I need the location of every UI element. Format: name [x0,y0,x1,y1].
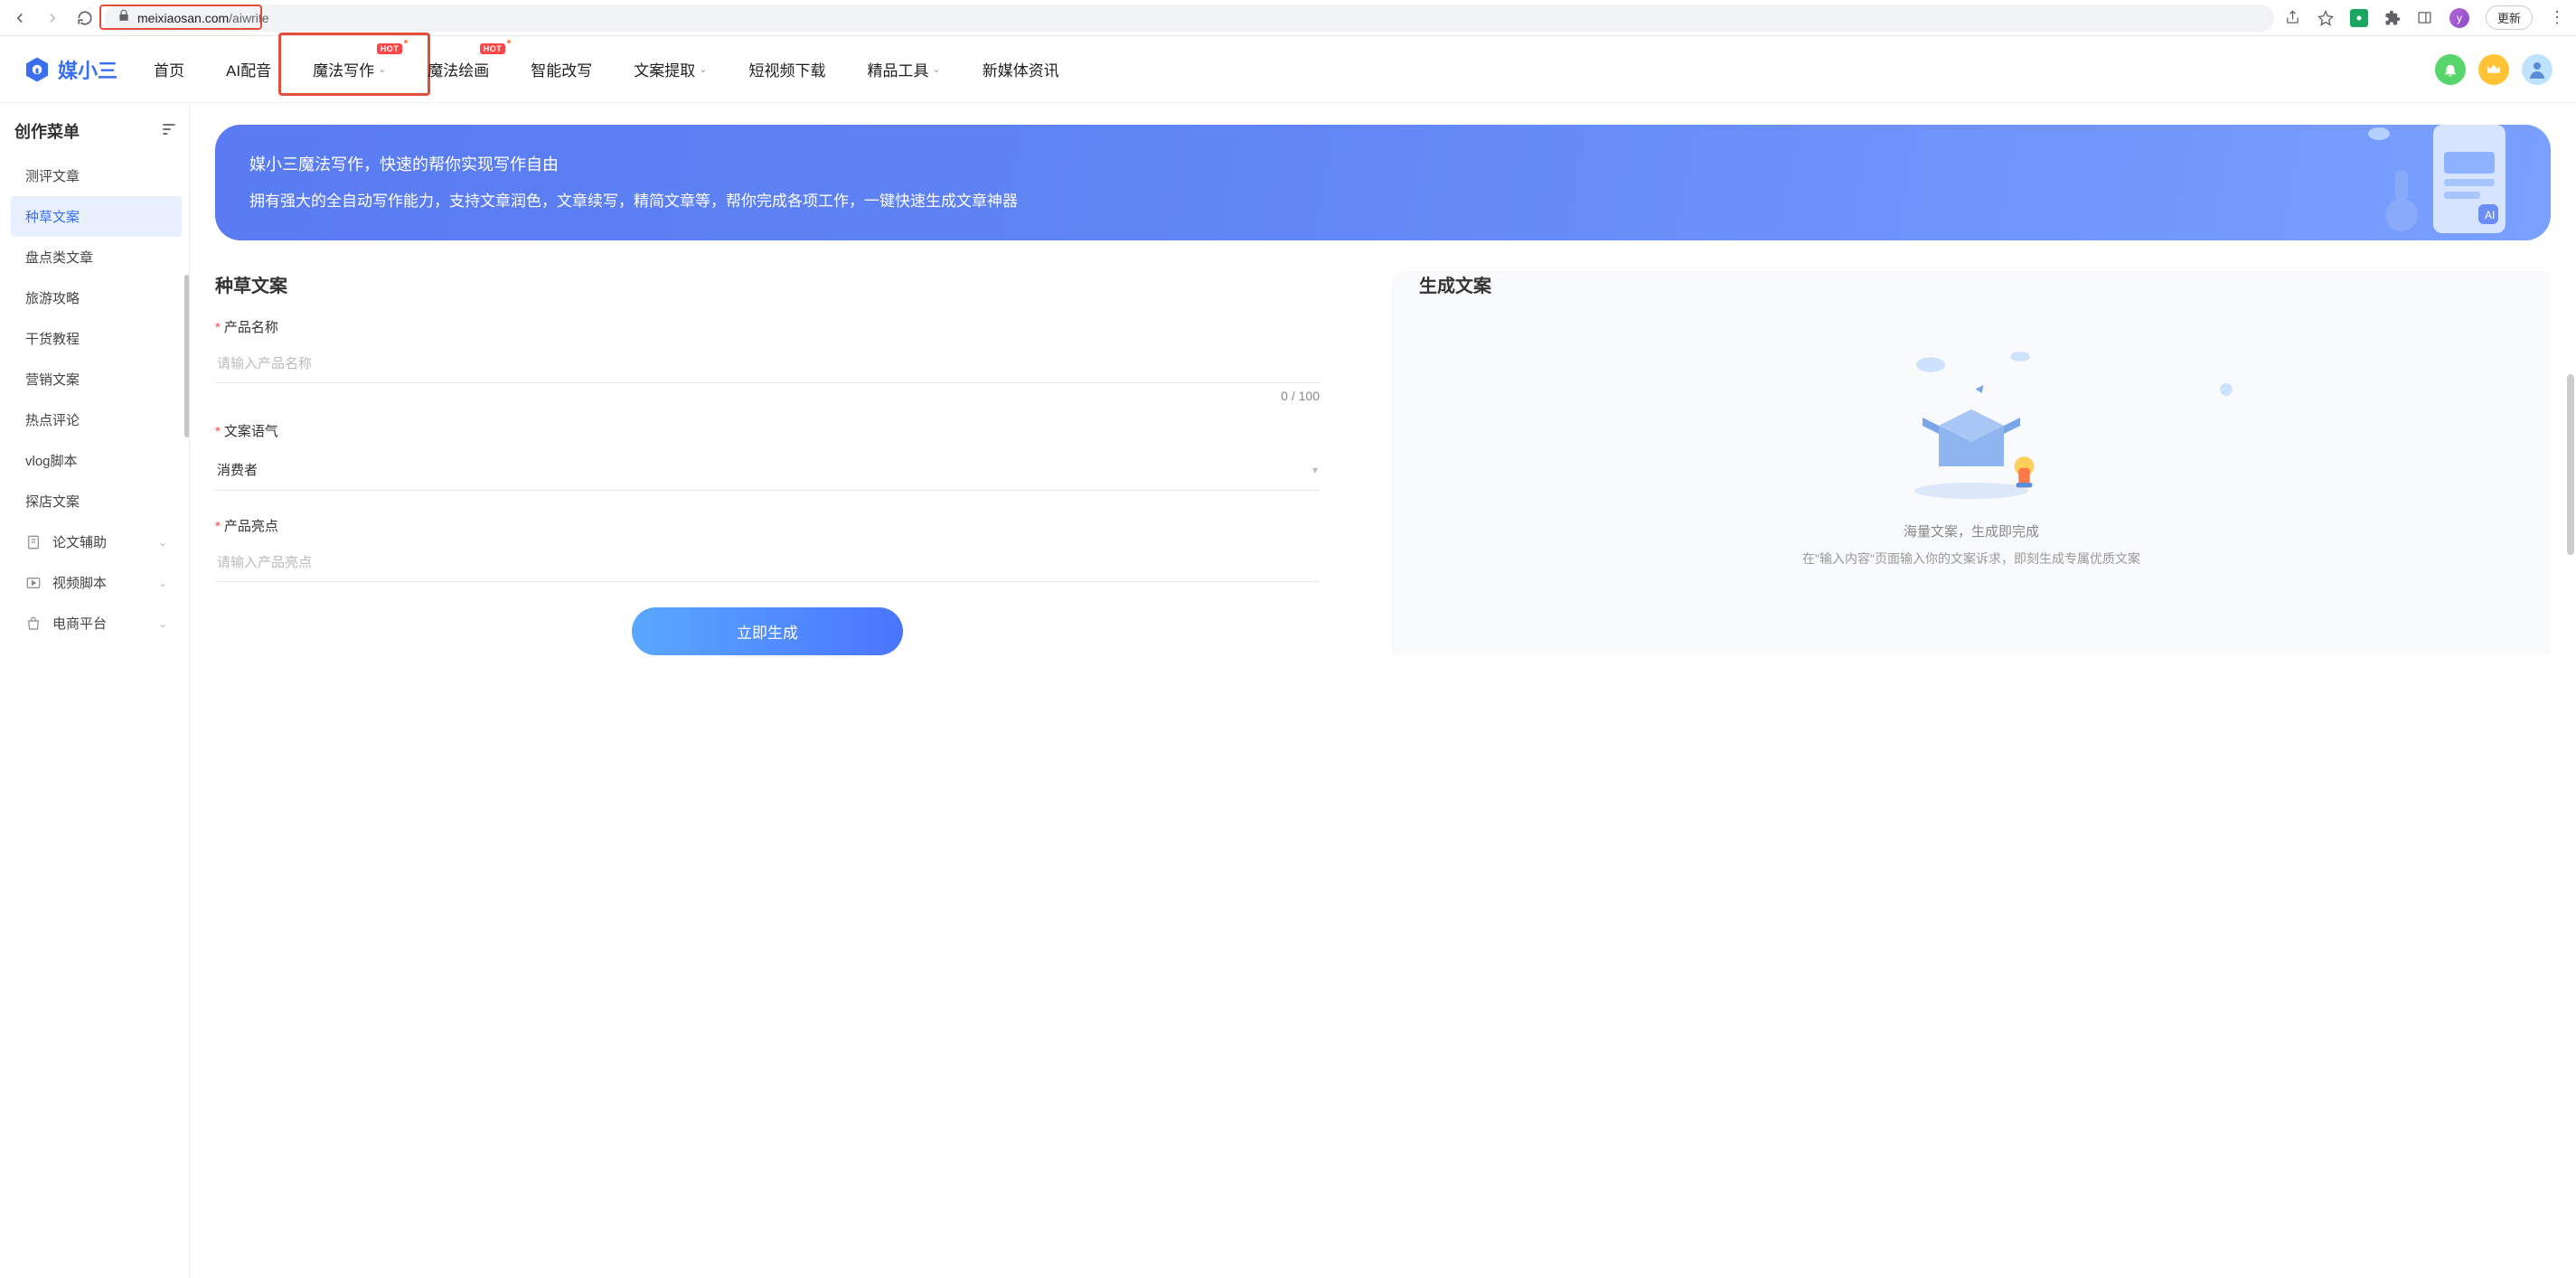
tone-label: 文案语气 [224,424,278,439]
nav-item-label: 魔法绘画 [428,58,489,80]
share-icon[interactable] [2285,10,2301,26]
nav-item-2[interactable]: 魔法写作⌄HOT [313,58,386,80]
nav-item-label: 精品工具 [868,58,929,80]
nav-item-7[interactable]: 精品工具 ⌄ [868,58,941,80]
chevron-down-icon: ⌄ [158,577,167,589]
nav-item-label: 智能改写 [531,58,592,80]
sidebar-group-label: 电商平台 [52,614,107,633]
output-title: 生成文案 [1419,271,1491,297]
nav-item-3[interactable]: 魔法绘画HOT [428,58,489,80]
bag-icon [25,616,42,632]
sidebar-item-3[interactable]: 旅游攻略 [11,277,182,318]
logo-text: 媒小三 [58,55,118,84]
sidebar-item-8[interactable]: 探店文案 [11,481,182,522]
tone-value: 消费者 [217,460,258,479]
bell-icon [2442,61,2458,78]
output-panel: 生成文案 海量文案，生成即完成 在"输入内容"页面输入你的文案诉求，即刻 [1392,271,2551,655]
sidebar: 创作菜单 测评文章种草文案盘点类文章旅游攻略干货教程营销文案热点评论vlog脚本… [0,103,190,1278]
update-button[interactable]: 更新 [2486,5,2533,30]
decor-dot [2220,383,2233,396]
more-menu-icon[interactable]: ⋮ [2549,8,2565,27]
sidebar-group-label: 论文辅助 [52,532,107,551]
extensions-icon[interactable] [2384,10,2401,26]
svg-text:AI: AI [2485,209,2495,221]
reload-icon[interactable] [76,9,94,27]
sidebar-group-1[interactable]: 视频脚本 ⌄ [11,562,182,603]
user-avatar[interactable] [2522,54,2552,85]
nav-item-label: 文案提取 [634,58,695,80]
sidebar-item-2[interactable]: 盘点类文章 [11,237,182,277]
sidebar-item-4[interactable]: 干货教程 [11,318,182,359]
browser-chrome: meixiaosan.com/aiwrite y 更新 ⋮ [0,0,2576,36]
sidebar-group-label: 视频脚本 [52,573,107,592]
highlight-label: 产品亮点 [224,519,278,534]
nav-item-8[interactable]: 新媒体资讯 [982,58,1059,80]
back-icon[interactable] [11,9,29,27]
banner: 媒小三魔法写作，快速的帮你实现写作自由 拥有强大的全自动写作能力，支持文章润色，… [215,125,2551,240]
banner-illustration: AI [2343,125,2524,240]
banner-desc: 拥有强大的全自动写作能力，支持文章润色，文章续写，精简文章等，帮你完成各项工作，… [249,188,2516,211]
nav-item-4[interactable]: 智能改写 [531,58,592,80]
url-text: meixiaosan.com/aiwrite [137,11,2261,25]
logo-icon [24,56,51,83]
nav-item-5[interactable]: 文案提取 ⌄ [634,58,707,80]
sidebar-item-0[interactable]: 测评文章 [11,155,182,196]
generate-button[interactable]: 立即生成 [632,607,903,655]
sidebar-item-1[interactable]: 种草文案 [11,196,182,237]
play-icon [25,575,42,591]
forward-icon[interactable] [43,9,61,27]
url-annotation-highlight [99,5,262,30]
chevron-down-icon: ⌄ [933,63,941,75]
product-label: 产品名称 [224,320,278,335]
nav-item-label: 新媒体资讯 [982,58,1059,80]
main-content: 媒小三魔法写作，快速的帮你实现写作自由 拥有强大的全自动写作能力，支持文章润色，… [190,103,2576,1278]
nav-item-6[interactable]: 短视频下载 [749,58,826,80]
star-icon[interactable] [2317,10,2334,26]
form-title: 种草文案 [215,271,1320,297]
extension-1-icon[interactable] [2350,9,2368,27]
chevron-down-icon: ⌄ [699,63,707,75]
logo[interactable]: 媒小三 [24,55,118,84]
top-nav: 媒小三 首页AI配音魔法写作⌄HOT魔法绘画HOT智能改写文案提取⌄短视频下载精… [0,36,2576,103]
product-name-input[interactable] [215,345,1320,383]
tone-select[interactable]: 消费者 ▾ [215,449,1320,491]
chevron-down-icon: ⌄ [158,536,167,549]
product-name-counter: 0 / 100 [215,389,1320,403]
banner-title: 媒小三魔法写作，快速的帮你实现写作自由 [249,152,2516,175]
chevron-down-icon: ⌄ [158,617,167,630]
notification-button[interactable] [2435,54,2466,85]
form-panel: 种草文案 *产品名称 0 / 100 *文案语气 消费者 ▾ *产品亮点 立即生… [215,271,1320,655]
doc-icon [25,534,42,550]
nav-item-label: 短视频下载 [749,58,826,80]
output-empty-hint: 海量文案，生成即完成 [1904,522,2039,540]
crown-button[interactable] [2478,54,2509,85]
sidebar-item-7[interactable]: vlog脚本 [11,440,182,481]
nav-item-label: AI配音 [226,58,271,80]
address-bar[interactable]: meixiaosan.com/aiwrite [105,5,2274,32]
main-scrollbar[interactable] [2567,374,2574,555]
highlight-input[interactable] [215,544,1320,582]
filter-icon[interactable] [160,120,178,143]
hot-badge: HOT [480,43,506,54]
sidebar-item-5[interactable]: 营销文案 [11,359,182,399]
sidebar-item-6[interactable]: 热点评论 [11,399,182,440]
nav-item-0[interactable]: 首页 [154,58,184,80]
chevron-down-icon: ▾ [1312,464,1318,476]
nav-item-1[interactable]: AI配音 [226,58,271,80]
sidebar-title: 创作菜单 [14,119,80,143]
sidebar-group-0[interactable]: 论文辅助 ⌄ [11,522,182,562]
empty-illustration [1890,344,2053,507]
output-empty-sub: 在"输入内容"页面输入你的文案诉求，即刻生成专属优质文案 [1802,550,2140,568]
nav-annotation-highlight [278,33,430,96]
nav-item-label: 首页 [154,58,184,80]
avatar-icon [2526,59,2548,80]
sidebar-group-2[interactable]: 电商平台 ⌄ [11,603,182,644]
profile-icon[interactable]: y [2449,8,2469,28]
crown-icon [2486,61,2502,78]
sidepanel-icon[interactable] [2417,10,2433,26]
